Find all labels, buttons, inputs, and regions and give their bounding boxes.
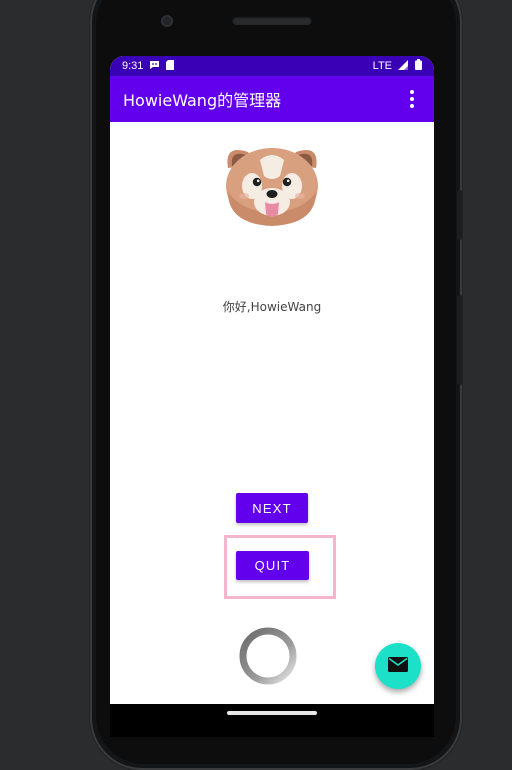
signal-icon [398,59,409,73]
status-bar: 9:31 LTE [110,56,434,76]
battery-icon [415,59,422,73]
home-gesture-handle[interactable] [227,711,317,715]
red-panda-icon [222,142,322,232]
mail-fab-button[interactable] [375,643,421,689]
status-time: 9:31 [122,60,144,72]
app-bar: HowieWang的管理器 [110,76,434,122]
mail-icon [388,656,408,676]
network-type: LTE [372,60,392,72]
navigation-bar [110,704,434,737]
app-title: HowieWang的管理器 [123,91,282,110]
messaging-icon [149,60,160,73]
quit-button[interactable]: QUIT [236,551,309,580]
power-button [457,295,462,385]
sd-card-icon [166,59,175,73]
device-screen: 9:31 LTE HowieWang的管理器 你好,HowieWang NEXT… [110,56,434,704]
greeting-text: 你好,HowieWang [222,300,322,314]
more-vert-icon[interactable] [402,87,422,111]
front-camera [161,15,173,27]
next-button[interactable]: NEXT [236,493,308,523]
earpiece-speaker [232,16,312,25]
loading-spinner [237,625,299,687]
volume-button [457,190,462,240]
